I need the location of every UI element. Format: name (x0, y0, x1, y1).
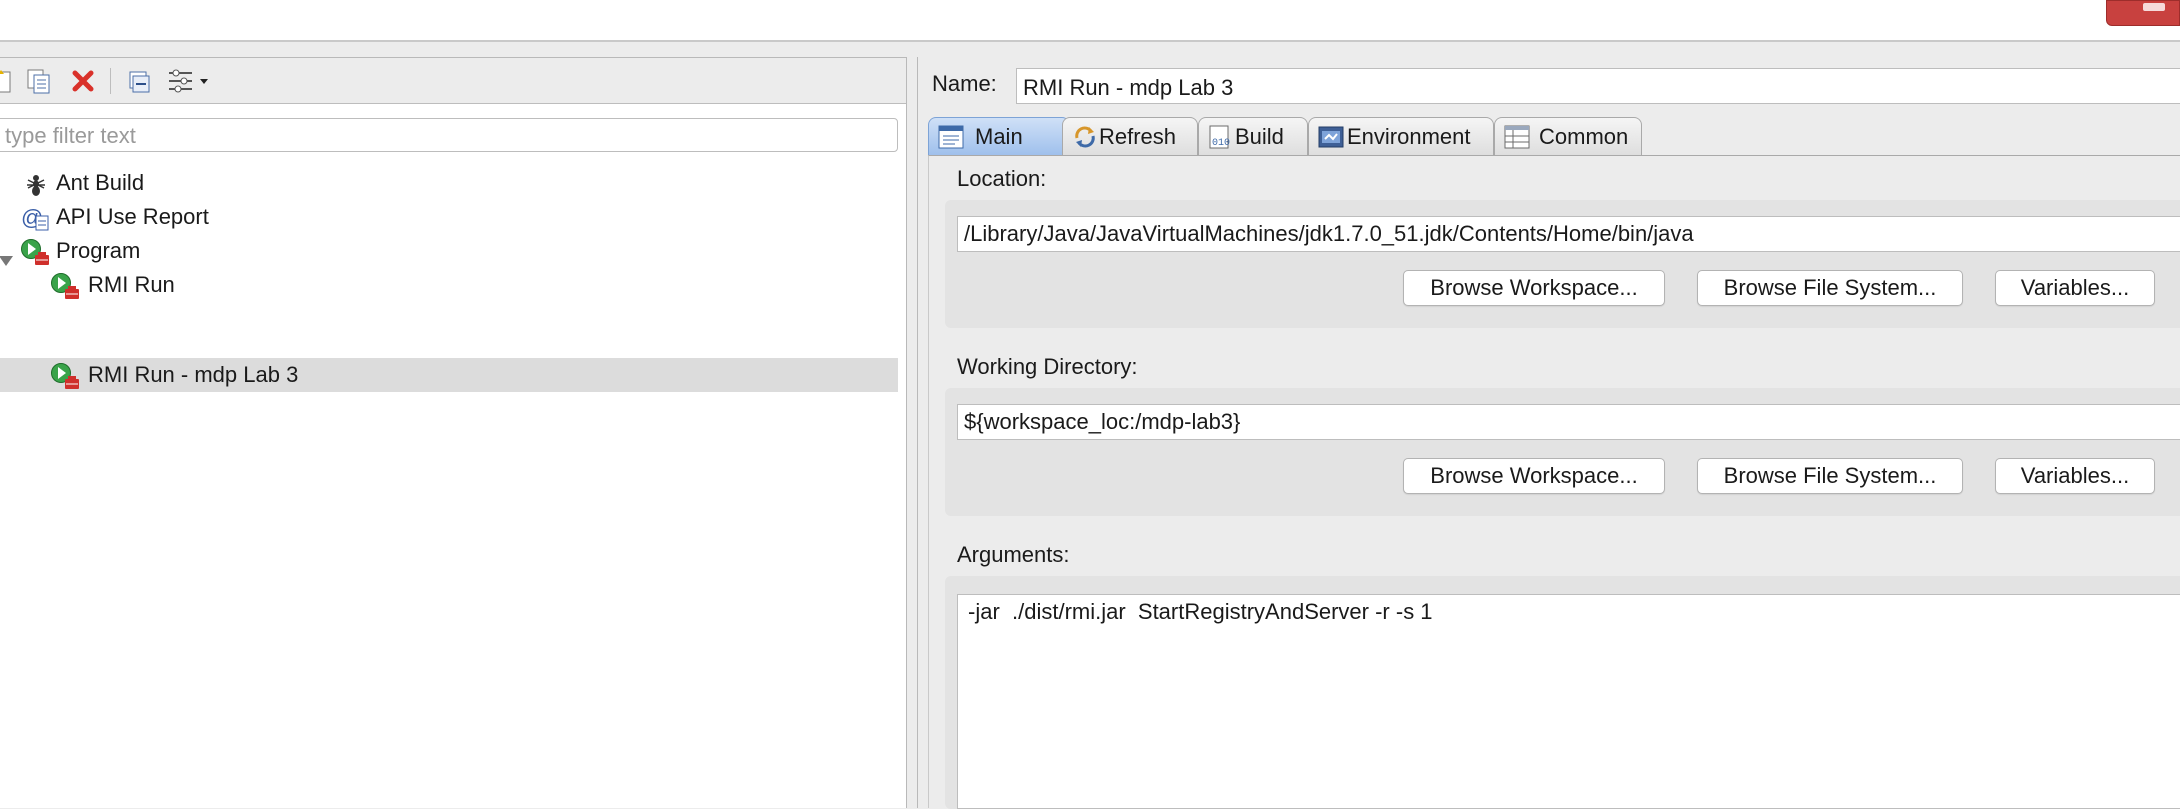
name-label: Name: (932, 71, 997, 96)
launch-config-toolbar (0, 58, 908, 104)
name-field[interactable]: RMI Run - mdp Lab 3 (1016, 68, 2180, 104)
top-gap (0, 44, 2180, 56)
tab-common[interactable]: Common (1494, 117, 1642, 155)
tab-environment[interactable]: Environment (1308, 117, 1494, 155)
refresh-icon (1071, 124, 1099, 150)
tree-item-label: Program (56, 238, 141, 263)
delete-config-icon[interactable] (66, 66, 100, 96)
program-launch-icon (20, 238, 49, 266)
environment-icon (1317, 124, 1345, 150)
tab-label: Refresh (1099, 124, 1177, 149)
tree-item-ant-build[interactable]: Ant Build (0, 166, 898, 200)
tab-label: Build (1235, 124, 1284, 149)
window-top-bar (0, 0, 2180, 42)
collapse-all-icon[interactable] (122, 66, 156, 96)
filter-input[interactable]: type filter text (0, 118, 898, 152)
duplicate-config-icon[interactable] (22, 66, 56, 96)
arguments-textarea[interactable]: -jar ./dist/rmi.jar StartRegistryAndServ… (957, 594, 2180, 809)
tree-item-label: API Use Report (56, 204, 209, 229)
tree-item-label: RMI Run - mdp Lab 3 (88, 362, 299, 387)
tab-refresh[interactable]: Refresh (1062, 117, 1198, 155)
launch-config-editor: Name: RMI Run - mdp Lab 3 Main Refresh 0… (918, 57, 2180, 809)
location-browse-workspace-button[interactable]: Browse Workspace... (1403, 270, 1665, 306)
tree-item-api-use-report[interactable]: @ API Use Report (0, 200, 898, 234)
pane-splitter[interactable] (906, 57, 918, 808)
new-config-icon[interactable] (0, 66, 18, 96)
tree-item-rmi-run-mdp-lab-3[interactable]: RMI Run - mdp Lab 3 (0, 358, 898, 392)
common-icon (1503, 124, 1531, 150)
tree-item-label: Ant Build (56, 170, 145, 195)
location-field[interactable]: /Library/Java/JavaVirtualMachines/jdk1.7… (957, 216, 2180, 252)
window-corner-button[interactable] (2106, 0, 2180, 26)
program-launch-icon (50, 272, 79, 300)
program-launch-icon (50, 362, 79, 390)
svg-text:010: 010 (1212, 138, 1230, 149)
tree-item-program[interactable]: Program (0, 234, 898, 268)
location-label: Location: (957, 166, 1047, 191)
tab-build[interactable]: 010 Build (1198, 117, 1308, 155)
api-report-icon: @ (20, 204, 49, 232)
arguments-label: Arguments: (957, 542, 1070, 567)
main-tab-icon (937, 124, 965, 150)
tree-item-label: RMI Run (88, 272, 175, 297)
location-browse-file-system-button[interactable]: Browse File System... (1697, 270, 1963, 306)
working-dir-browse-file-system-button[interactable]: Browse File System... (1697, 458, 1963, 494)
tree-item-rmi-run[interactable]: RMI Run (0, 268, 898, 302)
tab-main[interactable]: Main (928, 117, 1070, 155)
main-tab-body: Location: /Library/Java/JavaVirtualMachi… (928, 155, 2180, 809)
location-variables-button[interactable]: Variables... (1995, 270, 2155, 306)
build-icon: 010 (1207, 124, 1235, 150)
filter-menu-icon[interactable] (164, 66, 214, 96)
tab-label: Common (1539, 124, 1629, 149)
tab-label: Environment (1347, 124, 1471, 149)
working-directory-field[interactable]: ${workspace_loc:/mdp-lab3} (957, 404, 2180, 440)
working-dir-browse-workspace-button[interactable]: Browse Workspace... (1403, 458, 1665, 494)
toolbar-separator (110, 68, 111, 94)
ant-icon (22, 170, 50, 198)
working-dir-variables-button[interactable]: Variables... (1995, 458, 2155, 494)
config-tabs: Main Refresh 010 Build Environment Commo… (928, 117, 2180, 155)
tab-label: Main (975, 124, 1023, 149)
launch-config-list-pane: type filter text Ant Build @ API Use Rep… (0, 57, 908, 808)
working-directory-label: Working Directory: (957, 354, 1138, 379)
